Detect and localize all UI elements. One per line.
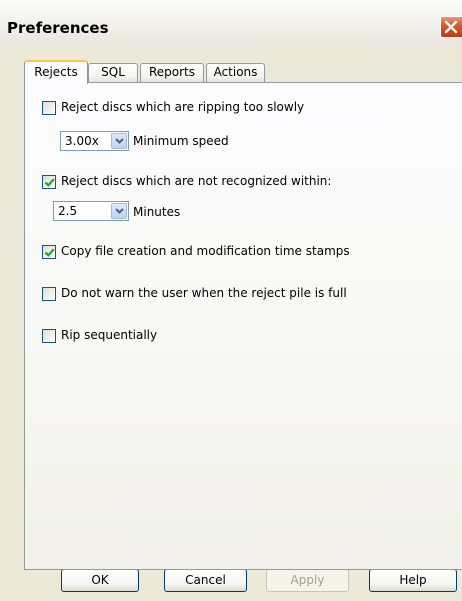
- window-title: Preferences: [7, 19, 109, 37]
- reject-slow-label: Reject discs which are ripping too slowl…: [61, 100, 305, 114]
- help-button-label: Help: [399, 573, 427, 587]
- close-icon: [444, 20, 458, 34]
- chevron-down-icon: [115, 138, 124, 144]
- min-speed-dropdown-button[interactable]: [111, 133, 127, 149]
- copy-timestamps-label: Copy file creation and modification time…: [61, 244, 350, 258]
- tab-actions[interactable]: Actions: [206, 63, 265, 82]
- minutes-caption: Minutes: [133, 205, 181, 219]
- ok-button[interactable]: OK: [61, 569, 139, 592]
- tab-reports-label: Reports: [148, 65, 196, 79]
- tab-sql[interactable]: SQL: [88, 63, 138, 82]
- min-speed-select[interactable]: 3.00x: [60, 131, 129, 151]
- minutes-dropdown-button[interactable]: [111, 203, 127, 219]
- minutes-value: 2.5: [58, 204, 78, 218]
- no-warn-checkbox[interactable]: [42, 287, 56, 301]
- checkmark-icon: [44, 248, 55, 257]
- rejects-panel: Reject discs which are ripping too slowl…: [24, 82, 462, 570]
- rip-sequentially-checkbox[interactable]: [42, 329, 56, 343]
- cancel-button[interactable]: Cancel: [164, 569, 247, 592]
- rip-sequentially-label: Rip sequentially: [61, 328, 158, 342]
- cancel-button-label: Cancel: [185, 573, 226, 587]
- reject-slow-checkbox[interactable]: [42, 101, 56, 115]
- min-speed-caption: Minimum speed: [133, 134, 229, 148]
- tab-sql-label: SQL: [101, 65, 125, 79]
- tab-actions-label: Actions: [213, 65, 258, 79]
- apply-button-label: Apply: [290, 573, 325, 587]
- tab-rejects[interactable]: Rejects: [24, 60, 88, 84]
- no-warn-label: Do not warn the user when the reject pil…: [61, 286, 347, 300]
- checkmark-icon: [44, 178, 55, 187]
- preferences-dialog: Preferences Rejects SQL Reports Actions …: [0, 0, 462, 601]
- close-button[interactable]: [440, 16, 462, 38]
- tab-rejects-label: Rejects: [34, 65, 78, 79]
- not-recognized-checkbox[interactable]: [42, 175, 56, 189]
- ok-button-label: OK: [91, 573, 109, 587]
- not-recognized-label: Reject discs which are not recognized wi…: [61, 174, 332, 188]
- minutes-select[interactable]: 2.5: [53, 201, 129, 221]
- chevron-down-icon: [115, 208, 124, 214]
- min-speed-value: 3.00x: [65, 134, 99, 148]
- help-button[interactable]: Help: [369, 569, 457, 592]
- apply-button[interactable]: Apply: [266, 569, 349, 592]
- copy-timestamps-checkbox[interactable]: [42, 245, 56, 259]
- tab-reports[interactable]: Reports: [140, 63, 204, 82]
- title-bar[interactable]: Preferences: [0, 0, 462, 46]
